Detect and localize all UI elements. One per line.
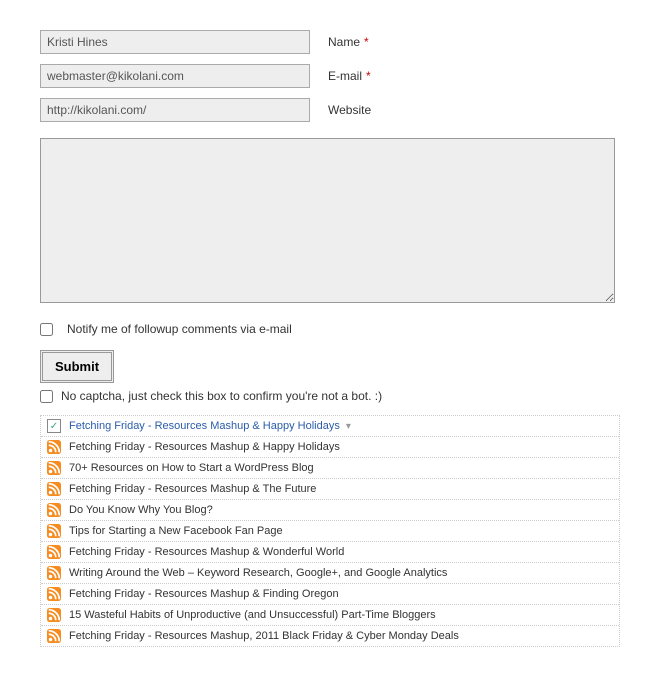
email-input[interactable] bbox=[40, 64, 310, 88]
post-link[interactable]: 70+ Resources on How to Start a WordPres… bbox=[69, 462, 314, 474]
name-required: * bbox=[364, 35, 369, 49]
post-item[interactable]: Do You Know Why You Blog? bbox=[41, 500, 619, 521]
rss-icon bbox=[47, 608, 61, 622]
email-label: E-mail bbox=[328, 69, 362, 83]
post-item[interactable]: 70+ Resources on How to Start a WordPres… bbox=[41, 458, 619, 479]
post-item[interactable]: Fetching Friday - Resources Mashup & Won… bbox=[41, 542, 619, 563]
post-link[interactable]: Fetching Friday - Resources Mashup & The… bbox=[69, 483, 316, 495]
website-label: Website bbox=[328, 103, 371, 117]
post-list: ✓ Fetching Friday - Resources Mashup & H… bbox=[40, 415, 620, 647]
post-link[interactable]: Writing Around the Web – Keyword Researc… bbox=[69, 567, 447, 579]
chevron-down-icon[interactable]: ▾ bbox=[346, 421, 351, 432]
post-item[interactable]: Fetching Friday - Resources Mashup & Fin… bbox=[41, 584, 619, 605]
post-link[interactable]: Fetching Friday - Resources Mashup & Fin… bbox=[69, 588, 339, 600]
rss-icon bbox=[47, 440, 61, 454]
rss-icon bbox=[47, 545, 61, 559]
post-item[interactable]: Fetching Friday - Resources Mashup & Hap… bbox=[41, 437, 619, 458]
name-label: Name bbox=[328, 35, 360, 49]
post-link[interactable]: Do You Know Why You Blog? bbox=[69, 504, 213, 516]
post-item-selected[interactable]: ✓ Fetching Friday - Resources Mashup & H… bbox=[41, 416, 619, 437]
name-input[interactable] bbox=[40, 30, 310, 54]
rss-icon bbox=[47, 587, 61, 601]
post-item[interactable]: 15 Wasteful Habits of Unproductive (and … bbox=[41, 605, 619, 626]
notify-checkbox[interactable] bbox=[40, 323, 53, 336]
post-item[interactable]: Fetching Friday - Resources Mashup & The… bbox=[41, 479, 619, 500]
check-icon: ✓ bbox=[47, 419, 61, 433]
post-item[interactable]: Fetching Friday - Resources Mashup, 2011… bbox=[41, 626, 619, 646]
rss-icon bbox=[47, 524, 61, 538]
post-item[interactable]: Tips for Starting a New Facebook Fan Pag… bbox=[41, 521, 619, 542]
rss-icon bbox=[47, 482, 61, 496]
bot-label: No captcha, just check this box to confi… bbox=[61, 389, 382, 403]
website-input[interactable] bbox=[40, 98, 310, 122]
comment-textarea[interactable] bbox=[40, 138, 615, 303]
submit-button[interactable]: Submit bbox=[40, 350, 114, 383]
post-link[interactable]: Fetching Friday - Resources Mashup, 2011… bbox=[69, 630, 459, 642]
post-link[interactable]: Tips for Starting a New Facebook Fan Pag… bbox=[69, 525, 283, 537]
post-link[interactable]: Fetching Friday - Resources Mashup & Won… bbox=[69, 546, 344, 558]
rss-icon bbox=[47, 461, 61, 475]
post-link[interactable]: 15 Wasteful Habits of Unproductive (and … bbox=[69, 609, 436, 621]
rss-icon bbox=[47, 629, 61, 643]
rss-icon bbox=[47, 566, 61, 580]
post-link[interactable]: Fetching Friday - Resources Mashup & Hap… bbox=[69, 420, 340, 432]
post-item[interactable]: Writing Around the Web – Keyword Researc… bbox=[41, 563, 619, 584]
rss-icon bbox=[47, 503, 61, 517]
email-required: * bbox=[366, 69, 371, 83]
bot-checkbox[interactable] bbox=[40, 390, 53, 403]
notify-label: Notify me of followup comments via e-mai… bbox=[67, 322, 292, 336]
post-link[interactable]: Fetching Friday - Resources Mashup & Hap… bbox=[69, 441, 340, 453]
